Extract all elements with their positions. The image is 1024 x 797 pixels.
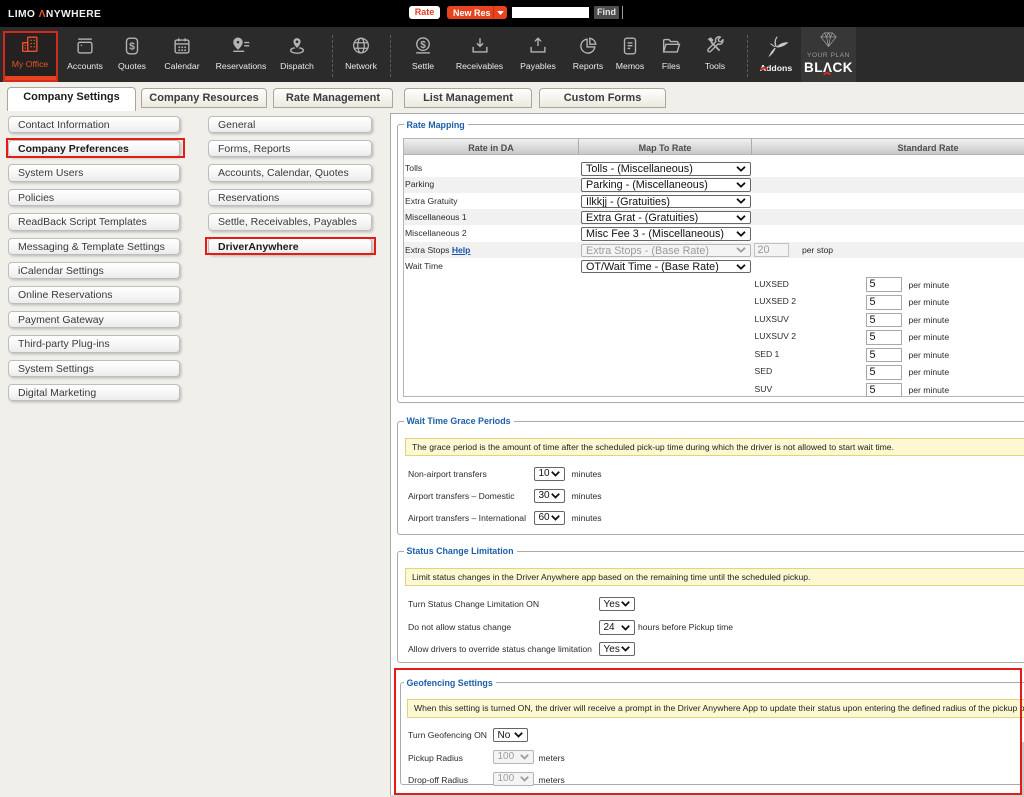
svg-text:$: $: [420, 40, 426, 51]
svg-text:$: $: [129, 41, 135, 53]
